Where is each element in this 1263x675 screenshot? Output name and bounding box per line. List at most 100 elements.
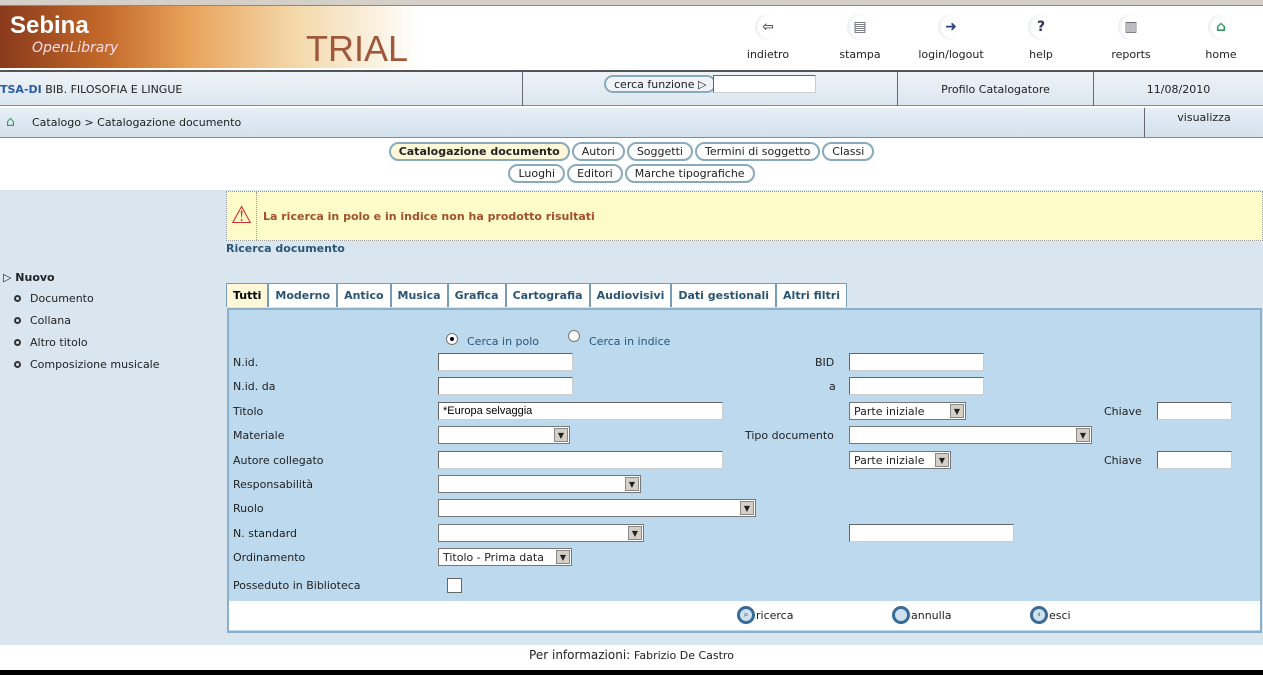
warning-message: La ricerca in polo e in indice non ha pr… — [263, 210, 595, 223]
chevron-down-icon: ▼ — [554, 428, 568, 442]
home-button[interactable]: ⌂ home — [1186, 14, 1256, 61]
ruolo-label: Ruolo — [233, 502, 264, 515]
tab-tutti[interactable]: Tutti — [226, 283, 269, 307]
logo-brand: Sebina — [10, 12, 89, 39]
tipo-documento-select[interactable]: ▼ — [849, 426, 1092, 444]
library-cell: TSA-DI BIB. FILOSOFIA E LINGUE — [0, 72, 523, 106]
back-arrow-icon: ⇦ — [755, 14, 781, 40]
nav-marche-tipografiche[interactable]: Marche tipografiche — [624, 164, 755, 183]
esci-button[interactable]: ‹ esci — [1030, 606, 1071, 624]
nav-classi[interactable]: Classi — [822, 142, 875, 161]
annulla-button[interactable]: annulla — [892, 606, 952, 624]
chiave2-input[interactable] — [1157, 451, 1232, 469]
door-icon: ➜ — [938, 14, 964, 40]
library-name: BIB. FILOSOFIA E LINGUE — [45, 83, 183, 96]
breadcrumb-path[interactable]: Catalogo > Catalogazione documento — [32, 116, 241, 129]
home-icon: ⌂ — [1208, 14, 1234, 40]
tool-label: home — [1205, 48, 1237, 61]
bullet-icon — [14, 361, 21, 368]
sidebar-item-label: Composizione musicale — [30, 358, 160, 371]
tool-label: reports — [1111, 48, 1151, 61]
ricerca-label: ricerca — [756, 608, 794, 622]
ordinamento-value: Titolo - Prima data — [443, 551, 544, 564]
search-icon: ⌕ — [737, 606, 755, 624]
visualizza-button[interactable]: visualizza — [1144, 108, 1263, 137]
cerca-funzione-button[interactable]: cerca funzione ▷ — [604, 75, 717, 93]
section-title: Ricerca documento — [226, 242, 345, 255]
tool-label: help — [1029, 48, 1053, 61]
nav-autori[interactable]: Autori — [571, 142, 625, 161]
sidebar-title-text: Nuovo — [15, 271, 55, 284]
search-function-input[interactable] — [713, 75, 816, 93]
posseduto-label: Posseduto in Biblioteca — [233, 579, 361, 592]
nav-row-1: Catalogazione documento Autori Soggetti Ter… — [0, 142, 1263, 161]
sidebar-item-label: Altro titolo — [30, 336, 88, 349]
indietro-button[interactable]: ⇦ indietro — [733, 14, 803, 61]
radio-cerca-indice[interactable] — [568, 330, 580, 342]
nav-soggetti[interactable]: Soggetti — [626, 142, 693, 161]
tab-moderno[interactable]: Moderno — [268, 283, 338, 307]
logo-trial: TRIAL — [306, 28, 409, 69]
nav-editori[interactable]: Editori — [567, 164, 623, 183]
visualizza-label: visualizza — [1177, 111, 1231, 124]
sidebar-title: ▷ Nuovo — [3, 271, 55, 284]
nav-catalogazione-documento[interactable]: Catalogazione documento — [388, 142, 570, 161]
a-label: a — [829, 380, 836, 393]
profile-label: Profilo Catalogatore — [898, 72, 1094, 106]
login-logout-button[interactable]: ➜ login/logout — [916, 14, 986, 61]
nid-da-input[interactable] — [438, 377, 573, 395]
chiave2-label: Chiave — [1104, 454, 1142, 467]
ordinamento-select[interactable]: Titolo - Prima data ▼ — [438, 548, 572, 566]
help-button[interactable]: ? help — [1006, 14, 1076, 61]
annulla-label: annulla — [911, 608, 952, 622]
tab-grafica[interactable]: Grafica — [447, 283, 506, 307]
posseduto-checkbox[interactable] — [447, 578, 462, 593]
bid-input[interactable] — [849, 353, 984, 371]
n-standard-input[interactable] — [849, 524, 1014, 542]
radio-cerca-polo[interactable] — [446, 333, 458, 345]
chevron-down-icon: ▼ — [1076, 428, 1090, 442]
autore-input[interactable] — [438, 451, 723, 469]
titolo-input[interactable] — [438, 402, 723, 420]
tab-dati-gestionali[interactable]: Dati gestionali — [671, 283, 777, 307]
nav-luoghi[interactable]: Luoghi — [508, 164, 566, 183]
footer-contact[interactable]: Fabrizio De Castro — [634, 649, 734, 662]
stampa-button[interactable]: ▤ stampa — [825, 14, 895, 61]
tab-bar: Tutti Moderno Antico Musica Grafica Cart… — [226, 283, 847, 307]
home-icon[interactable]: ⌂ — [6, 114, 15, 130]
chevron-down-icon: ▼ — [556, 550, 570, 564]
tab-antico[interactable]: Antico — [337, 283, 391, 307]
nid-label: N.id. — [233, 356, 259, 369]
tab-musica[interactable]: Musica — [390, 283, 448, 307]
sebina-logo: Sebina OpenLibrary TRIAL — [0, 6, 420, 69]
reports-button[interactable]: ▥ reports — [1096, 14, 1166, 61]
chevron-down-icon: ▼ — [935, 453, 949, 467]
chiave-input[interactable] — [1157, 402, 1232, 420]
chevron-down-icon: ▼ — [625, 477, 639, 491]
date-label: 11/08/2010 — [1146, 83, 1211, 96]
tab-altri-filtri[interactable]: Altri filtri — [776, 283, 847, 307]
ruolo-select[interactable]: ▼ — [438, 499, 756, 517]
n-standard-label: N. standard — [233, 527, 298, 540]
titolo-mode-select[interactable]: Parte iniziale ▼ — [849, 402, 966, 420]
footer-label: Per informazioni: — [529, 648, 631, 662]
chevron-down-icon: ▼ — [950, 404, 964, 418]
responsabilita-select[interactable]: ▼ — [438, 475, 641, 493]
reports-icon: ▥ — [1118, 14, 1144, 40]
nid-input[interactable] — [438, 353, 573, 371]
sidebar-item-composizione-musicale[interactable]: Composizione musicale — [14, 358, 160, 371]
chevron-left-icon: ‹ — [1030, 606, 1048, 624]
ricerca-button[interactable]: ⌕ ricerca — [737, 606, 793, 624]
autore-mode-select[interactable]: Parte iniziale ▼ — [849, 451, 951, 469]
sidebar-item-documento[interactable]: Documento — [14, 292, 94, 305]
sidebar-item-label: Documento — [30, 292, 94, 305]
tab-cartografia[interactable]: Cartografia — [505, 283, 590, 307]
sidebar-item-collana[interactable]: Collana — [14, 314, 71, 327]
sidebar-item-altro-titolo[interactable]: Altro titolo — [14, 336, 88, 349]
nid-a-input[interactable] — [849, 377, 984, 395]
materiale-select[interactable]: ▼ — [438, 426, 570, 444]
n-standard-select[interactable]: ▼ — [438, 524, 644, 542]
tab-audiovisivi[interactable]: Audiovisivi — [589, 283, 672, 307]
autore-mode-value: Parte iniziale — [854, 454, 925, 467]
nav-termini-soggetto[interactable]: Termini di soggetto — [694, 142, 821, 161]
